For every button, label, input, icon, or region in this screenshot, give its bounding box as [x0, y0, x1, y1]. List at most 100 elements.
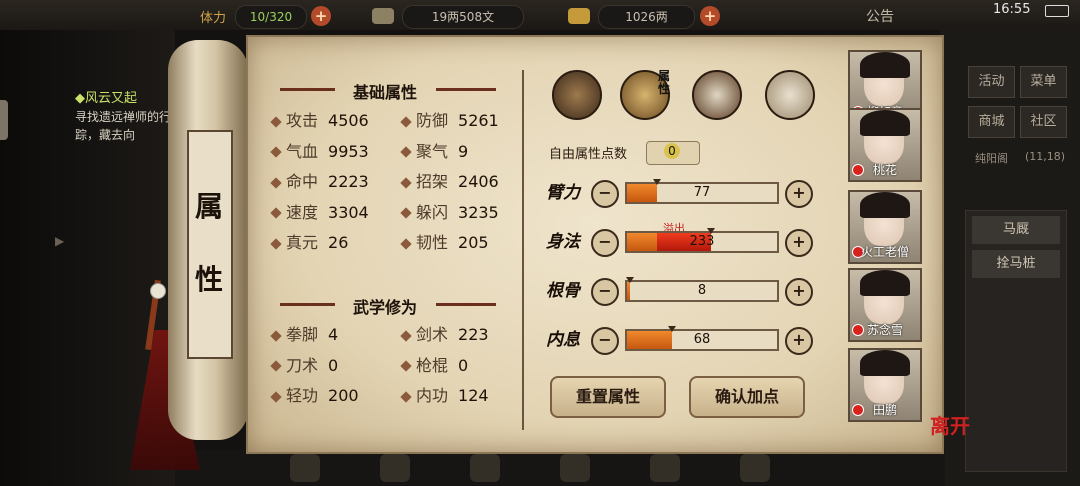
attribute-name: 身法	[546, 232, 580, 252]
martial-stat: 内功 124	[400, 385, 489, 407]
character-category-icon[interactable]	[552, 70, 602, 120]
decrease-button[interactable]: −	[591, 180, 619, 208]
attribute-bar: 8	[625, 277, 779, 302]
scroll-title-box	[187, 130, 233, 359]
free-points-label: 自由属性点数	[549, 147, 628, 162]
stat-name: 气血	[286, 141, 319, 161]
stat-name: 聚气	[416, 141, 449, 161]
increase-button[interactable]: +	[785, 327, 813, 355]
quest-tracker[interactable]: ◆风云又起 寻找遗远禅师的行踪，藏去向	[75, 90, 175, 144]
toolbar-icon[interactable]	[380, 454, 410, 482]
basic-stat: 聚气 9	[400, 141, 468, 163]
stat-value: 2223	[328, 172, 369, 191]
page-divider	[522, 70, 524, 430]
stat-name: 真元	[286, 233, 319, 252]
party-member-name: 苏念雪	[866, 323, 903, 337]
reset-attributes-button[interactable]: 重置属性	[550, 376, 666, 418]
party-member[interactable]: 火工老僧	[848, 190, 922, 264]
add-gold-button[interactable]: +	[700, 6, 720, 26]
attribute-value: 8	[697, 283, 707, 298]
diamond-icon	[270, 207, 282, 219]
basic-stat: 防御 5261	[400, 110, 499, 132]
leave-button[interactable]: 离开	[930, 410, 970, 439]
bead-decoration	[150, 283, 166, 299]
portrait-hair	[860, 192, 910, 218]
party-member-name: 火工老僧	[860, 245, 909, 259]
martial-header: 武学修为	[352, 298, 417, 317]
diamond-icon	[270, 390, 282, 403]
basic-stat: 真元 26	[270, 232, 348, 254]
stat-name: 内功	[416, 386, 449, 405]
stamina-label: 体力	[200, 11, 227, 26]
decrease-button[interactable]: −	[591, 327, 619, 355]
stat-name: 刀术	[286, 355, 319, 375]
tie-horse-button[interactable]: 拴马桩	[972, 250, 1060, 278]
portrait-hair	[860, 52, 910, 78]
add-stamina-button[interactable]: +	[311, 6, 331, 26]
party-member[interactable]: 苏念雪	[848, 268, 922, 342]
attribute-name: 臂力	[546, 183, 580, 203]
stat-name: 防御	[416, 111, 449, 130]
side-handle[interactable]	[0, 100, 8, 140]
community-button[interactable]: 社区	[1020, 106, 1067, 138]
stat-value: 4	[328, 325, 339, 344]
martial-stat: 拳脚 4	[270, 324, 339, 346]
gold-value: 1026两	[598, 5, 695, 29]
stat-value: 2406	[458, 172, 499, 191]
diamond-icon	[270, 237, 282, 250]
header-decoration	[280, 88, 335, 91]
stable-button[interactable]: 马厩	[972, 216, 1060, 244]
diamond-icon	[270, 329, 282, 342]
increase-button[interactable]: +	[785, 180, 813, 208]
stat-value: 223	[458, 325, 489, 344]
money-icon	[372, 8, 394, 24]
announcement-button[interactable]: 公告	[866, 6, 894, 26]
attribute-bar: 77	[625, 179, 779, 204]
stat-name: 剑术	[416, 325, 449, 344]
battery-icon	[1045, 5, 1069, 17]
toolbar-icon[interactable]	[740, 454, 770, 482]
meridian-category-icon[interactable]	[765, 70, 815, 120]
diamond-icon	[400, 207, 412, 219]
category-label: 属性	[658, 69, 671, 96]
diamond-icon	[270, 176, 282, 189]
basic-stat: 气血 9953	[270, 141, 369, 163]
decrease-button[interactable]: −	[591, 229, 619, 257]
stat-name: 招架	[416, 172, 449, 191]
expand-arrow-icon[interactable]: ▶	[55, 234, 64, 248]
diamond-icon	[270, 360, 282, 372]
stat-value: 4506	[328, 111, 369, 130]
attribute-value: 77	[693, 185, 711, 200]
header-decoration	[280, 303, 335, 306]
increase-button[interactable]: +	[785, 278, 813, 306]
portrait-hair	[860, 110, 910, 136]
martial-stat: 剑术 223	[400, 324, 489, 346]
stat-value: 3304	[328, 202, 369, 222]
scroll-title-char-1: 属	[195, 190, 224, 223]
stat-name: 命中	[286, 172, 319, 191]
toolbar-icon[interactable]	[470, 454, 500, 482]
toolbar-icon[interactable]	[290, 454, 320, 482]
header-decoration	[436, 88, 496, 91]
toolbar-icon[interactable]	[650, 454, 680, 482]
shop-button[interactable]: 商城	[968, 106, 1015, 138]
party-member[interactable]: 田鹏	[848, 348, 922, 422]
confirm-points-button[interactable]: 确认加点	[689, 376, 805, 418]
attribute-bar: 68	[625, 326, 779, 351]
taiji-category-icon[interactable]	[692, 70, 742, 120]
activity-button[interactable]: 活动	[968, 66, 1015, 98]
stat-name: 躲闪	[416, 202, 449, 222]
attribute-name: 内息	[546, 330, 580, 350]
stat-value: 9953	[328, 141, 369, 161]
stat-name: 攻击	[286, 111, 319, 130]
quest-title: 风云又起	[85, 91, 138, 106]
increase-button[interactable]: +	[785, 229, 813, 257]
decrease-button[interactable]: −	[591, 278, 619, 306]
location-coords: (11,18)	[1025, 150, 1066, 163]
stat-value: 3235	[458, 202, 499, 222]
party-member[interactable]: 桃花	[848, 108, 922, 182]
menu-button[interactable]: 菜单	[1020, 66, 1067, 98]
toolbar-icon[interactable]	[560, 454, 590, 482]
stat-value: 5261	[458, 111, 499, 130]
diamond-icon	[400, 390, 412, 403]
